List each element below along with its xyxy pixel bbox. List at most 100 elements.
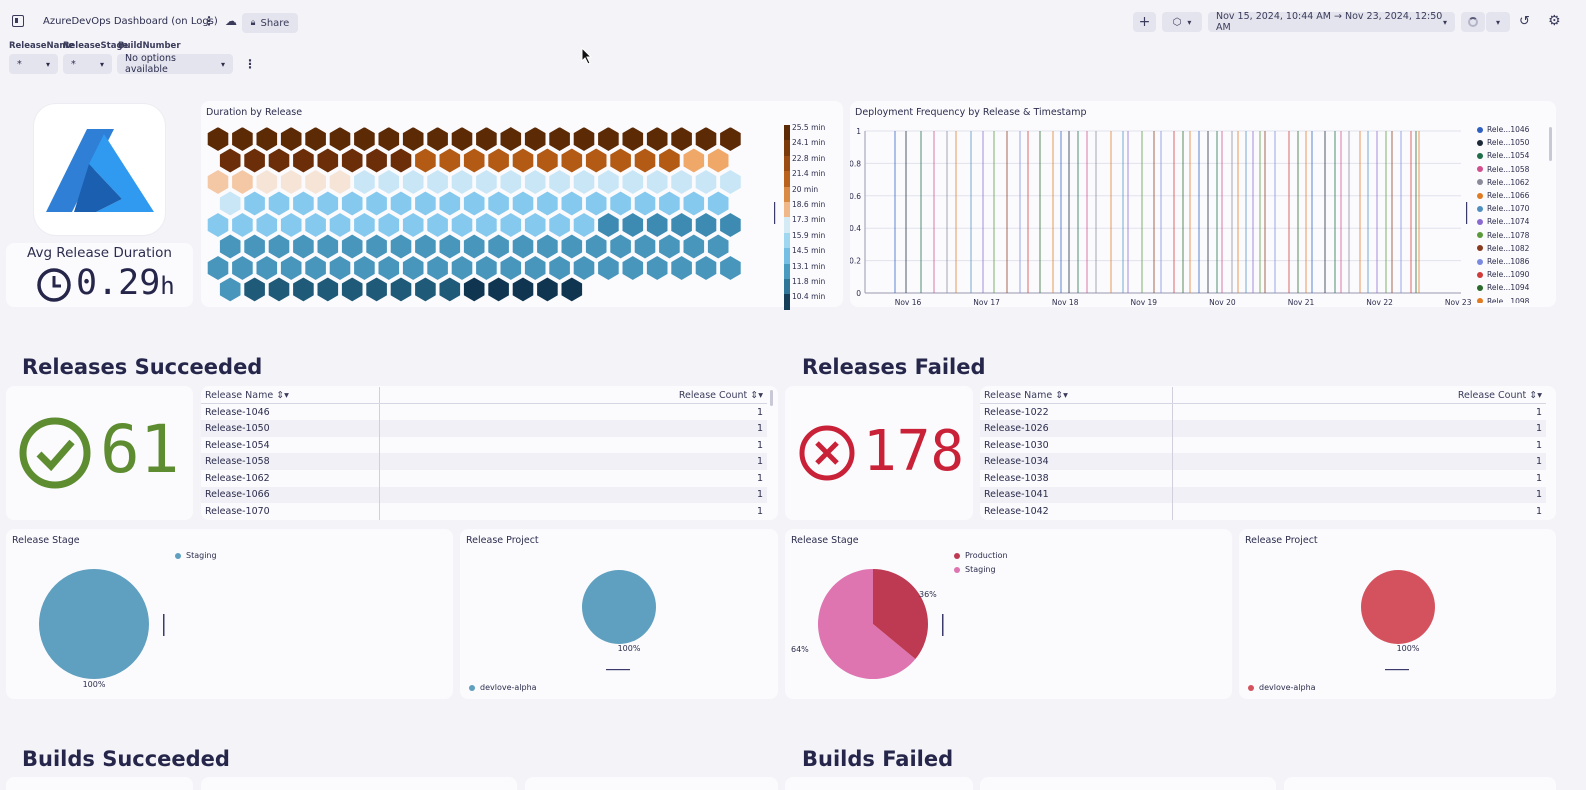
table-row[interactable]: Release-1070 1 [201,503,767,520]
hex-tile[interactable] [438,147,462,174]
gear-icon[interactable]: ⚙ [1548,13,1561,29]
legend-item[interactable]: Rele...1098 [1477,297,1529,303]
hex-tile[interactable] [548,125,572,153]
legend-item[interactable]: Rele...1054 [1477,151,1529,160]
hex-tile[interactable] [340,147,364,174]
hex-tile[interactable] [462,147,486,174]
hex-tile[interactable] [718,254,742,282]
hex-tile[interactable] [535,190,559,217]
hex-tile[interactable] [474,168,498,196]
hex-tile[interactable] [377,168,401,196]
hex-tile[interactable] [377,254,401,282]
hex-tile[interactable] [596,254,620,282]
hex-tile[interactable] [548,211,572,239]
hex-tile[interactable] [548,168,572,196]
hex-tile[interactable] [670,254,694,282]
table-row[interactable]: Release-1041 1 [980,486,1546,504]
hex-tile[interactable] [694,211,718,239]
hex-tile[interactable] [352,211,376,239]
hex-tile[interactable] [670,168,694,196]
sort-icon[interactable]: ⇕▾ [1055,390,1068,401]
legend-item[interactable]: Rele...1046 [1477,125,1529,134]
hex-tile[interactable] [511,190,535,217]
hex-tile[interactable] [609,190,633,217]
hex-tile[interactable] [609,233,633,260]
hex-tile[interactable] [230,254,254,282]
hex-tile[interactable] [401,254,425,282]
hex-tile[interactable] [377,125,401,153]
legend-item[interactable]: Rele...1050 [1477,138,1529,147]
hex-tile[interactable] [450,211,474,239]
hex-tile[interactable] [621,125,645,153]
hex-tile[interactable] [438,276,462,303]
table-row[interactable]: Release-1066 1 [201,486,767,504]
hex-tile[interactable] [426,211,450,239]
legend-item-devlove-alpha[interactable]: devlove-alpha [469,683,537,692]
hex-tile[interactable] [218,147,242,174]
hex-tile[interactable] [633,190,657,217]
filter-releasestage-dropdown[interactable]: * ▾ [63,54,112,74]
hex-tile[interactable] [462,276,486,303]
hex-tile[interactable] [596,168,620,196]
column-header-release-count[interactable]: Release Count ⇕▾ [1171,387,1546,405]
hex-tile[interactable] [401,125,425,153]
hex-tile[interactable] [389,190,413,217]
hex-tile[interactable] [499,211,523,239]
history-icon[interactable]: ↺ [1519,14,1530,29]
legend-item-devlove-alpha[interactable]: devlove-alpha [1248,683,1316,692]
hex-tile[interactable] [328,254,352,282]
cloud-icon[interactable]: ☁ [225,14,237,28]
resize-handle[interactable] [1466,202,1468,224]
sort-icon[interactable]: ⇕▾ [1529,390,1542,401]
hex-tile[interactable] [352,168,376,196]
hex-tile[interactable] [279,211,303,239]
hex-tile[interactable] [316,147,340,174]
hex-tile[interactable] [255,168,279,196]
hex-tile[interactable] [474,254,498,282]
hex-tile[interactable] [352,125,376,153]
table-row[interactable]: Release-1058 1 [201,453,767,470]
hex-tile[interactable] [633,147,657,174]
hex-tile[interactable] [243,190,267,217]
hex-tile[interactable] [548,254,572,282]
legend-item[interactable]: Rele...1086 [1477,257,1529,266]
sort-icon[interactable]: ⇕▾ [750,390,763,401]
hex-tile[interactable] [413,276,437,303]
table-row[interactable]: Release-1022 1 [980,403,1546,421]
hex-tile[interactable] [218,190,242,217]
hex-tile[interactable] [523,168,547,196]
hex-tile[interactable] [328,125,352,153]
hex-tile[interactable] [670,211,694,239]
hex-tile[interactable] [267,147,291,174]
legend-item[interactable]: Rele...1070 [1477,204,1529,213]
sidebar-toggle-icon[interactable] [12,15,24,27]
hex-tile[interactable] [645,168,669,196]
hex-tile[interactable] [487,147,511,174]
hex-tile[interactable] [682,190,706,217]
hex-tile[interactable] [304,211,328,239]
hex-tile[interactable] [462,190,486,217]
hex-tile[interactable] [572,168,596,196]
hex-tile[interactable] [511,276,535,303]
legend-item[interactable]: Rele...1090 [1477,270,1529,279]
hex-tile[interactable] [609,147,633,174]
hex-tile[interactable] [365,233,389,260]
hex-tile[interactable] [438,190,462,217]
hex-tile[interactable] [206,168,230,196]
share-button[interactable]: 🔒︎ Share [242,13,298,33]
deployment-legend[interactable]: Rele...1046 Rele...1050 Rele...1054 Rele...… [1477,125,1549,303]
hex-tile[interactable] [218,233,242,260]
hex-tile[interactable] [328,168,352,196]
hex-tile[interactable] [426,254,450,282]
hex-tile[interactable] [621,168,645,196]
hex-tile[interactable] [511,233,535,260]
hex-tile[interactable] [206,125,230,153]
hex-tile[interactable] [706,190,730,217]
table-row[interactable]: Release-1062 1 [201,469,767,487]
legend-item[interactable]: Rele...1094 [1477,283,1529,292]
hex-tile[interactable] [340,276,364,303]
hex-tile[interactable] [694,168,718,196]
legend-item[interactable]: Rele...1062 [1477,178,1529,187]
hex-tile[interactable] [682,233,706,260]
hex-tile[interactable] [365,276,389,303]
